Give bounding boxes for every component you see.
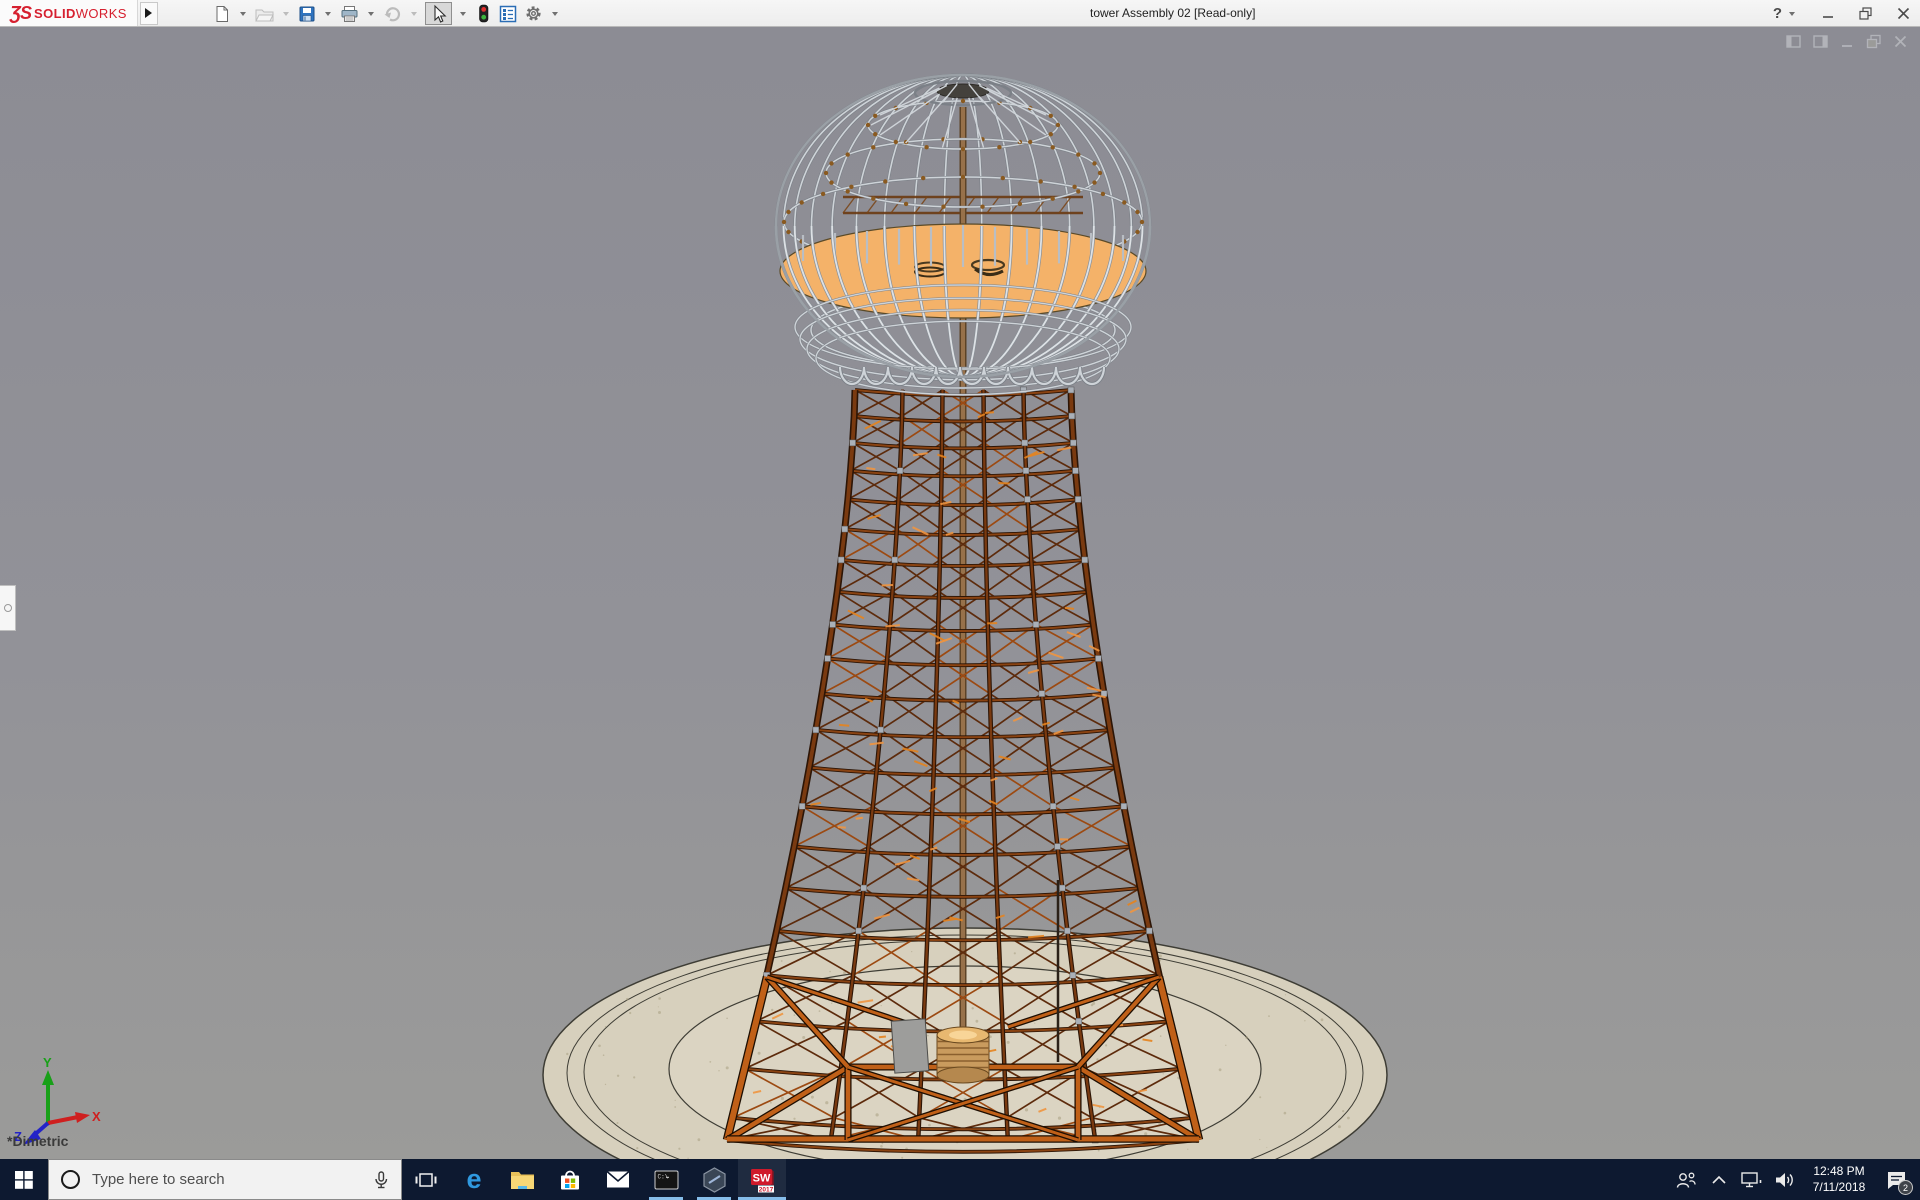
tray-clock[interactable]: 12:48 PM 7/11/2018: [1803, 1164, 1875, 1195]
task-pane-button[interactable]: [498, 2, 518, 26]
mail-button[interactable]: [594, 1159, 642, 1200]
select-cursor-icon: [429, 4, 448, 23]
solidworks-logo: ƷS SOLID WORKS: [0, 0, 138, 26]
collapsed-panel-tab[interactable]: [0, 585, 16, 631]
collapse-right-pane-button[interactable]: [1813, 34, 1829, 49]
save-caret[interactable]: [325, 12, 331, 16]
collapse-left-pane-button[interactable]: [1786, 34, 1802, 49]
viewport-canvas[interactable]: Y X Z *Dimetric: [0, 27, 1920, 1159]
print-button[interactable]: [339, 2, 360, 26]
system-tray: 12:48 PM 7/11/2018 2: [1671, 1159, 1920, 1200]
help-caret: [1789, 12, 1795, 16]
doc-minimize-button[interactable]: [1840, 34, 1855, 49]
title-bar: ƷS SOLID WORKS: [0, 0, 1920, 27]
document-title: tower Assembly 02 [Read-only]: [1090, 0, 1255, 27]
action-center-button[interactable]: 2: [1878, 1159, 1914, 1200]
search-input[interactable]: [92, 1171, 361, 1188]
speaker-icon: [1775, 1171, 1795, 1189]
select-tool-button[interactable]: [425, 2, 452, 25]
store-icon: [558, 1168, 582, 1192]
undo-button[interactable]: [382, 2, 403, 26]
solidworks-app-button[interactable]: SW 2017: [738, 1159, 786, 1200]
command-prompt-button[interactable]: C:\: [642, 1159, 690, 1200]
undo-caret[interactable]: [411, 12, 417, 16]
traffic-light-icon: [475, 4, 492, 23]
edge-icon: e: [466, 1166, 481, 1193]
notification-badge: 2: [1898, 1180, 1913, 1195]
options-caret[interactable]: [552, 12, 558, 16]
open-document-button[interactable]: [254, 2, 275, 26]
triad-x-label: X: [92, 1109, 101, 1124]
start-button[interactable]: [0, 1159, 48, 1200]
flyout-arrow-icon: [145, 8, 152, 18]
microphone-icon[interactable]: [373, 1171, 389, 1189]
command-prompt-icon: C:\: [654, 1169, 679, 1191]
edge-button[interactable]: e: [450, 1159, 498, 1200]
save-button[interactable]: [297, 2, 317, 26]
people-button[interactable]: [1671, 1159, 1701, 1200]
tray-time: 12:48 PM: [1803, 1164, 1875, 1180]
chevron-up-icon: [1711, 1175, 1727, 1185]
doc-close-button[interactable]: [1893, 34, 1908, 49]
windows-logo-icon: [15, 1171, 33, 1189]
doc-restore-button[interactable]: [1866, 34, 1882, 49]
tray-overflow-button[interactable]: [1704, 1159, 1734, 1200]
print-caret[interactable]: [368, 12, 374, 16]
print-icon: [340, 5, 359, 23]
gear-icon: [524, 4, 543, 23]
network-button[interactable]: [1737, 1159, 1767, 1200]
logo-works-text: WORKS: [76, 6, 127, 21]
task-view-icon: [415, 1170, 437, 1190]
select-caret[interactable]: [460, 12, 466, 16]
help-button[interactable]: ?: [1773, 5, 1798, 22]
restore-button[interactable]: [1859, 7, 1873, 20]
people-icon: [1676, 1171, 1696, 1189]
solidworks-2017-icon: SW 2017: [749, 1167, 775, 1193]
display-states-button[interactable]: [474, 2, 493, 26]
mail-icon: [606, 1170, 630, 1189]
new-caret[interactable]: [240, 12, 246, 16]
help-icon: ?: [1773, 5, 1782, 22]
toolbar-flyout-button[interactable]: [140, 2, 158, 25]
windows-taskbar: e: [0, 1159, 1920, 1200]
taskbar-search[interactable]: [48, 1159, 402, 1200]
store-button[interactable]: [546, 1159, 594, 1200]
ds-logo-glyph: ƷS: [10, 3, 31, 24]
3d-app-icon: [702, 1167, 727, 1193]
solidworks-window: ƷS SOLID WORKS: [0, 0, 1920, 1200]
volume-button[interactable]: [1770, 1159, 1800, 1200]
close-button[interactable]: [1897, 7, 1910, 20]
sw-letters: SW: [753, 1172, 771, 1184]
save-floppy-icon: [298, 5, 316, 23]
sw-year: 2017: [759, 1186, 774, 1193]
tray-date: 7/11/2018: [1803, 1180, 1875, 1196]
quick-toolbar: [212, 0, 561, 27]
minimize-button[interactable]: [1822, 7, 1835, 20]
logo-solid-text: SOLID: [34, 6, 76, 21]
3d-app-button[interactable]: [690, 1159, 738, 1200]
options-button[interactable]: [523, 2, 544, 26]
cortana-icon: [61, 1170, 80, 1189]
property-list-icon: [499, 5, 517, 23]
document-window-controls: [1786, 34, 1908, 49]
new-document-icon: [213, 5, 231, 23]
open-caret[interactable]: [283, 12, 289, 16]
file-explorer-icon: [510, 1169, 535, 1190]
network-icon: [1741, 1171, 1763, 1189]
new-document-button[interactable]: [212, 2, 232, 26]
open-folder-icon: [255, 5, 274, 23]
window-controls: ?: [1773, 0, 1910, 27]
undo-icon: [383, 5, 402, 23]
panel-tab-icon: [4, 604, 12, 612]
model-scene: [0, 27, 1920, 1159]
file-explorer-button[interactable]: [498, 1159, 546, 1200]
triad-y-label: Y: [43, 1057, 52, 1070]
task-view-button[interactable]: [402, 1159, 450, 1200]
view-orientation-label: *Dimetric: [7, 1133, 68, 1149]
